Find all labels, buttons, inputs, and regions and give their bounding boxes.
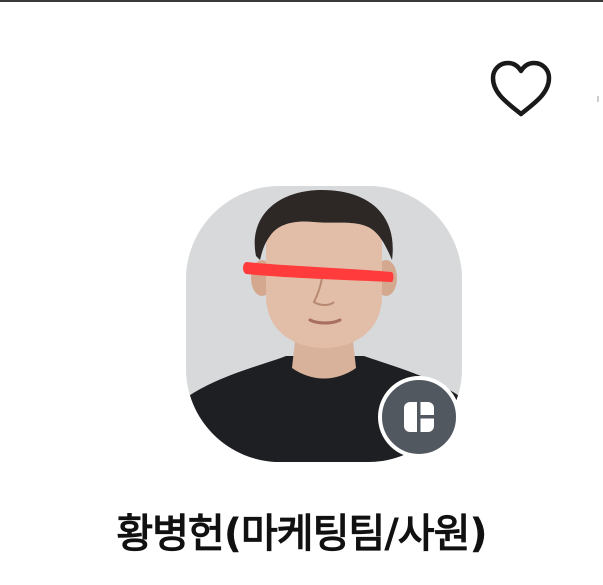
layout-icon — [404, 402, 434, 432]
profile-avatar-container — [186, 186, 462, 462]
top-divider — [0, 0, 603, 2]
profile-name: 황병헌(마케팅팀/사원) — [116, 511, 487, 557]
favorite-button[interactable] — [487, 58, 555, 120]
profile-badge-button[interactable] — [378, 376, 460, 458]
heart-outline-icon — [490, 60, 552, 117]
edge-mark — [597, 96, 599, 102]
